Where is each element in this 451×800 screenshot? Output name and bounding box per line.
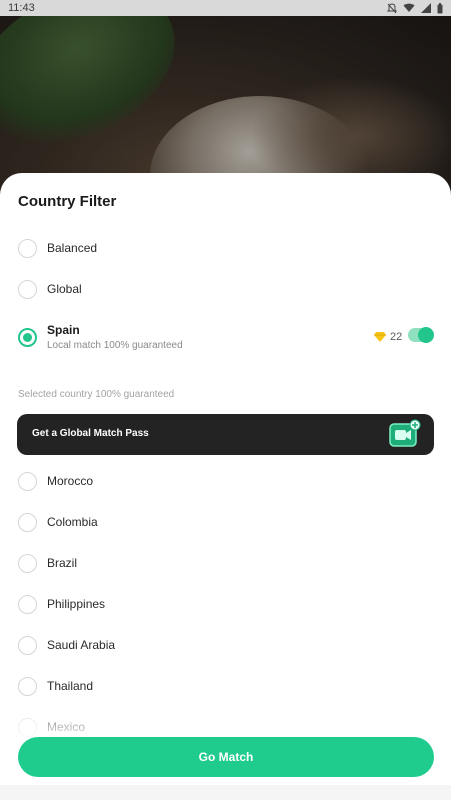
country-filter-sheet: Country Filter Balanced Global Spain Loc… (0, 173, 451, 800)
list-item[interactable]: Saudi Arabia (0, 625, 451, 665)
country-label: Mexico (47, 720, 86, 734)
option-sublabel: Local match 100% guaranteed (47, 340, 183, 351)
country-label: Philippines (47, 597, 106, 611)
radio-saudi-arabia[interactable] (18, 635, 37, 655)
radio-thailand[interactable] (18, 676, 37, 696)
notifications-off-icon (387, 2, 397, 13)
battery-icon (437, 2, 443, 13)
radio-spain-selected[interactable] (18, 327, 37, 347)
video-pass-icon (389, 419, 421, 447)
global-match-pass-banner[interactable]: Get a Global Match Pass (17, 414, 434, 455)
radio-philippines[interactable] (18, 594, 37, 614)
option-label: Spain (47, 323, 80, 337)
gem-count: 22 (390, 331, 403, 343)
bottom-strip (0, 785, 451, 800)
status-time: 11:43 (8, 2, 35, 14)
gem-icon (374, 332, 386, 342)
country-label: Saudi Arabia (47, 638, 116, 652)
radio-global[interactable] (18, 279, 37, 299)
radio-colombia[interactable] (18, 512, 37, 532)
status-icons (387, 2, 443, 14)
list-item[interactable]: Morocco (0, 461, 451, 501)
list-item[interactable]: Brazil (0, 543, 451, 583)
radio-mexico[interactable] (18, 717, 37, 737)
radio-brazil[interactable] (18, 553, 37, 573)
country-label: Thailand (47, 679, 94, 693)
country-label: Morocco (47, 474, 94, 488)
status-bar: 11:43 (0, 0, 451, 16)
gem-cost: 22 (374, 331, 402, 343)
list-item[interactable]: Colombia (0, 502, 451, 542)
list-item[interactable]: Philippines (0, 584, 451, 624)
wifi-icon (403, 3, 415, 12)
radio-balanced[interactable] (18, 238, 37, 258)
option-label: Balanced (47, 241, 98, 255)
radio-morocco[interactable] (18, 471, 37, 491)
pass-banner-label: Get a Global Match Pass (32, 428, 149, 439)
sheet-title: Country Filter (18, 193, 117, 210)
option-balanced[interactable]: Balanced (0, 228, 451, 268)
option-label: Global (47, 282, 82, 296)
option-global[interactable]: Global (0, 269, 451, 309)
list-item[interactable]: Thailand (0, 666, 451, 706)
signal-icon (421, 3, 431, 13)
section-note: Selected country 100% guaranteed (18, 389, 175, 400)
country-label: Brazil (47, 556, 78, 570)
local-match-toggle[interactable] (408, 327, 434, 343)
go-match-button[interactable]: Go Match (18, 737, 434, 777)
country-label: Colombia (47, 515, 98, 529)
toggle-knob (418, 327, 434, 343)
